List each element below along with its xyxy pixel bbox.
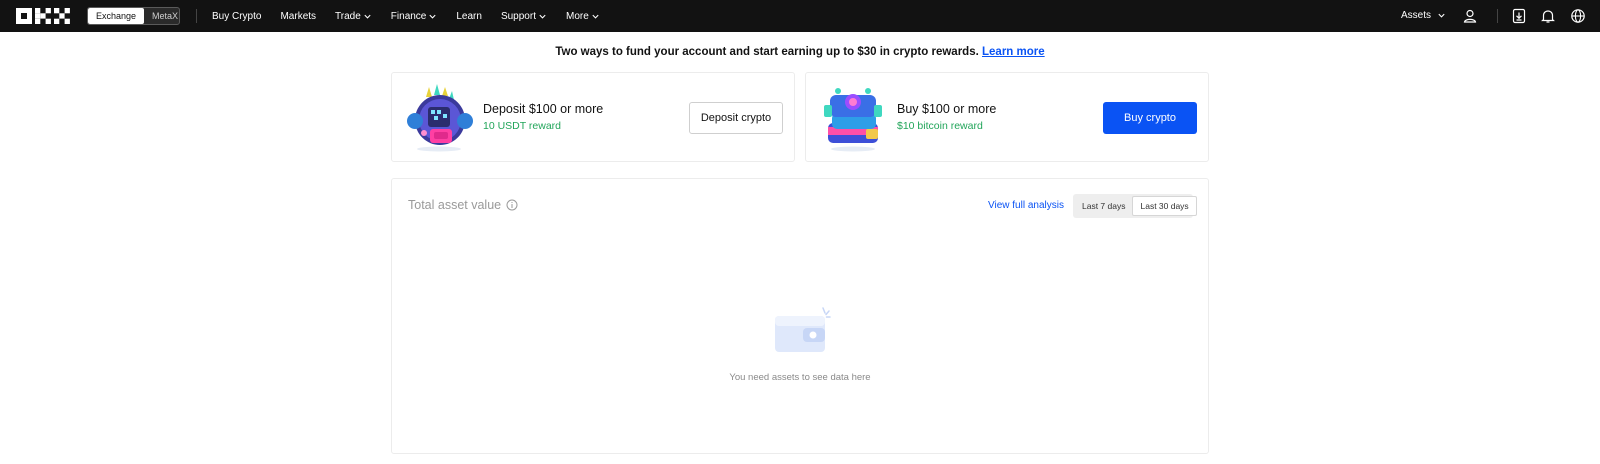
- exchange-metax-switch: Exchange MetaX: [87, 7, 180, 25]
- deposit-crypto-button[interactable]: Deposit crypto: [689, 102, 783, 134]
- deposit-reward-text: 10 USDT reward: [483, 120, 562, 132]
- empty-state-message: You need assets to see data here: [729, 372, 871, 383]
- empty-wallet-icon: [775, 307, 831, 352]
- nav-learn[interactable]: Learn: [456, 11, 482, 22]
- globe-icon[interactable]: [1570, 8, 1586, 24]
- deposit-robot-illustration: [407, 84, 473, 152]
- nav-markets[interactable]: Markets: [280, 11, 316, 22]
- chevron-down-icon: [429, 14, 436, 19]
- chevron-down-icon: [592, 14, 599, 19]
- panel-title: Total asset value: [408, 198, 518, 212]
- nav-finance[interactable]: Finance: [391, 11, 438, 22]
- bell-icon[interactable]: [1540, 8, 1556, 24]
- okx-logo[interactable]: [16, 8, 70, 24]
- switch-exchange[interactable]: Exchange: [88, 8, 145, 24]
- nav-buy-crypto[interactable]: Buy Crypto: [212, 11, 261, 22]
- buy-chest-illustration: [824, 88, 882, 152]
- main-nav: Buy Crypto Markets Trade Finance Learn S…: [212, 0, 619, 32]
- total-asset-value-label: Total asset value: [408, 198, 502, 212]
- nav-more[interactable]: More: [566, 11, 600, 22]
- download-icon[interactable]: [1511, 8, 1527, 24]
- learn-more-link[interactable]: Learn more: [982, 46, 1045, 58]
- nav-support[interactable]: Support: [501, 11, 547, 22]
- assets-menu[interactable]: Assets: [1401, 10, 1446, 21]
- buy-crypto-button[interactable]: Buy crypto: [1103, 102, 1197, 134]
- buy-card: Buy $100 or more $10 bitcoin reward Buy …: [805, 72, 1209, 162]
- buy-reward-text: $10 bitcoin reward: [897, 120, 983, 132]
- chevron-down-icon: [364, 14, 371, 19]
- buy-card-title: Buy $100 or more: [897, 102, 997, 116]
- chevron-down-icon: [539, 14, 546, 19]
- range-last-30-days[interactable]: Last 30 days: [1132, 196, 1197, 216]
- switch-metax[interactable]: MetaX: [144, 8, 179, 24]
- user-icon[interactable]: [1462, 8, 1478, 24]
- nav-divider: [196, 9, 197, 23]
- deposit-card-title: Deposit $100 or more: [483, 102, 604, 116]
- total-asset-panel: Total asset value View full analysis Las…: [391, 178, 1209, 454]
- top-navigation-bar: Exchange MetaX Buy Crypto Markets Trade …: [0, 0, 1600, 32]
- range-last-7-days[interactable]: Last 7 days: [1075, 196, 1132, 216]
- nav-trade[interactable]: Trade: [335, 11, 372, 22]
- info-icon[interactable]: [506, 199, 518, 211]
- funding-banner: Two ways to fund your account and start …: [0, 46, 1600, 58]
- icon-divider: [1497, 9, 1498, 23]
- chevron-down-icon: [1438, 13, 1445, 18]
- view-full-analysis-link[interactable]: View full analysis: [988, 200, 1064, 211]
- time-range-toggle: Last 7 days Last 30 days: [1073, 194, 1197, 218]
- banner-text: Two ways to fund your account and start …: [555, 46, 979, 58]
- deposit-card: Deposit $100 or more 10 USDT reward Depo…: [391, 72, 795, 162]
